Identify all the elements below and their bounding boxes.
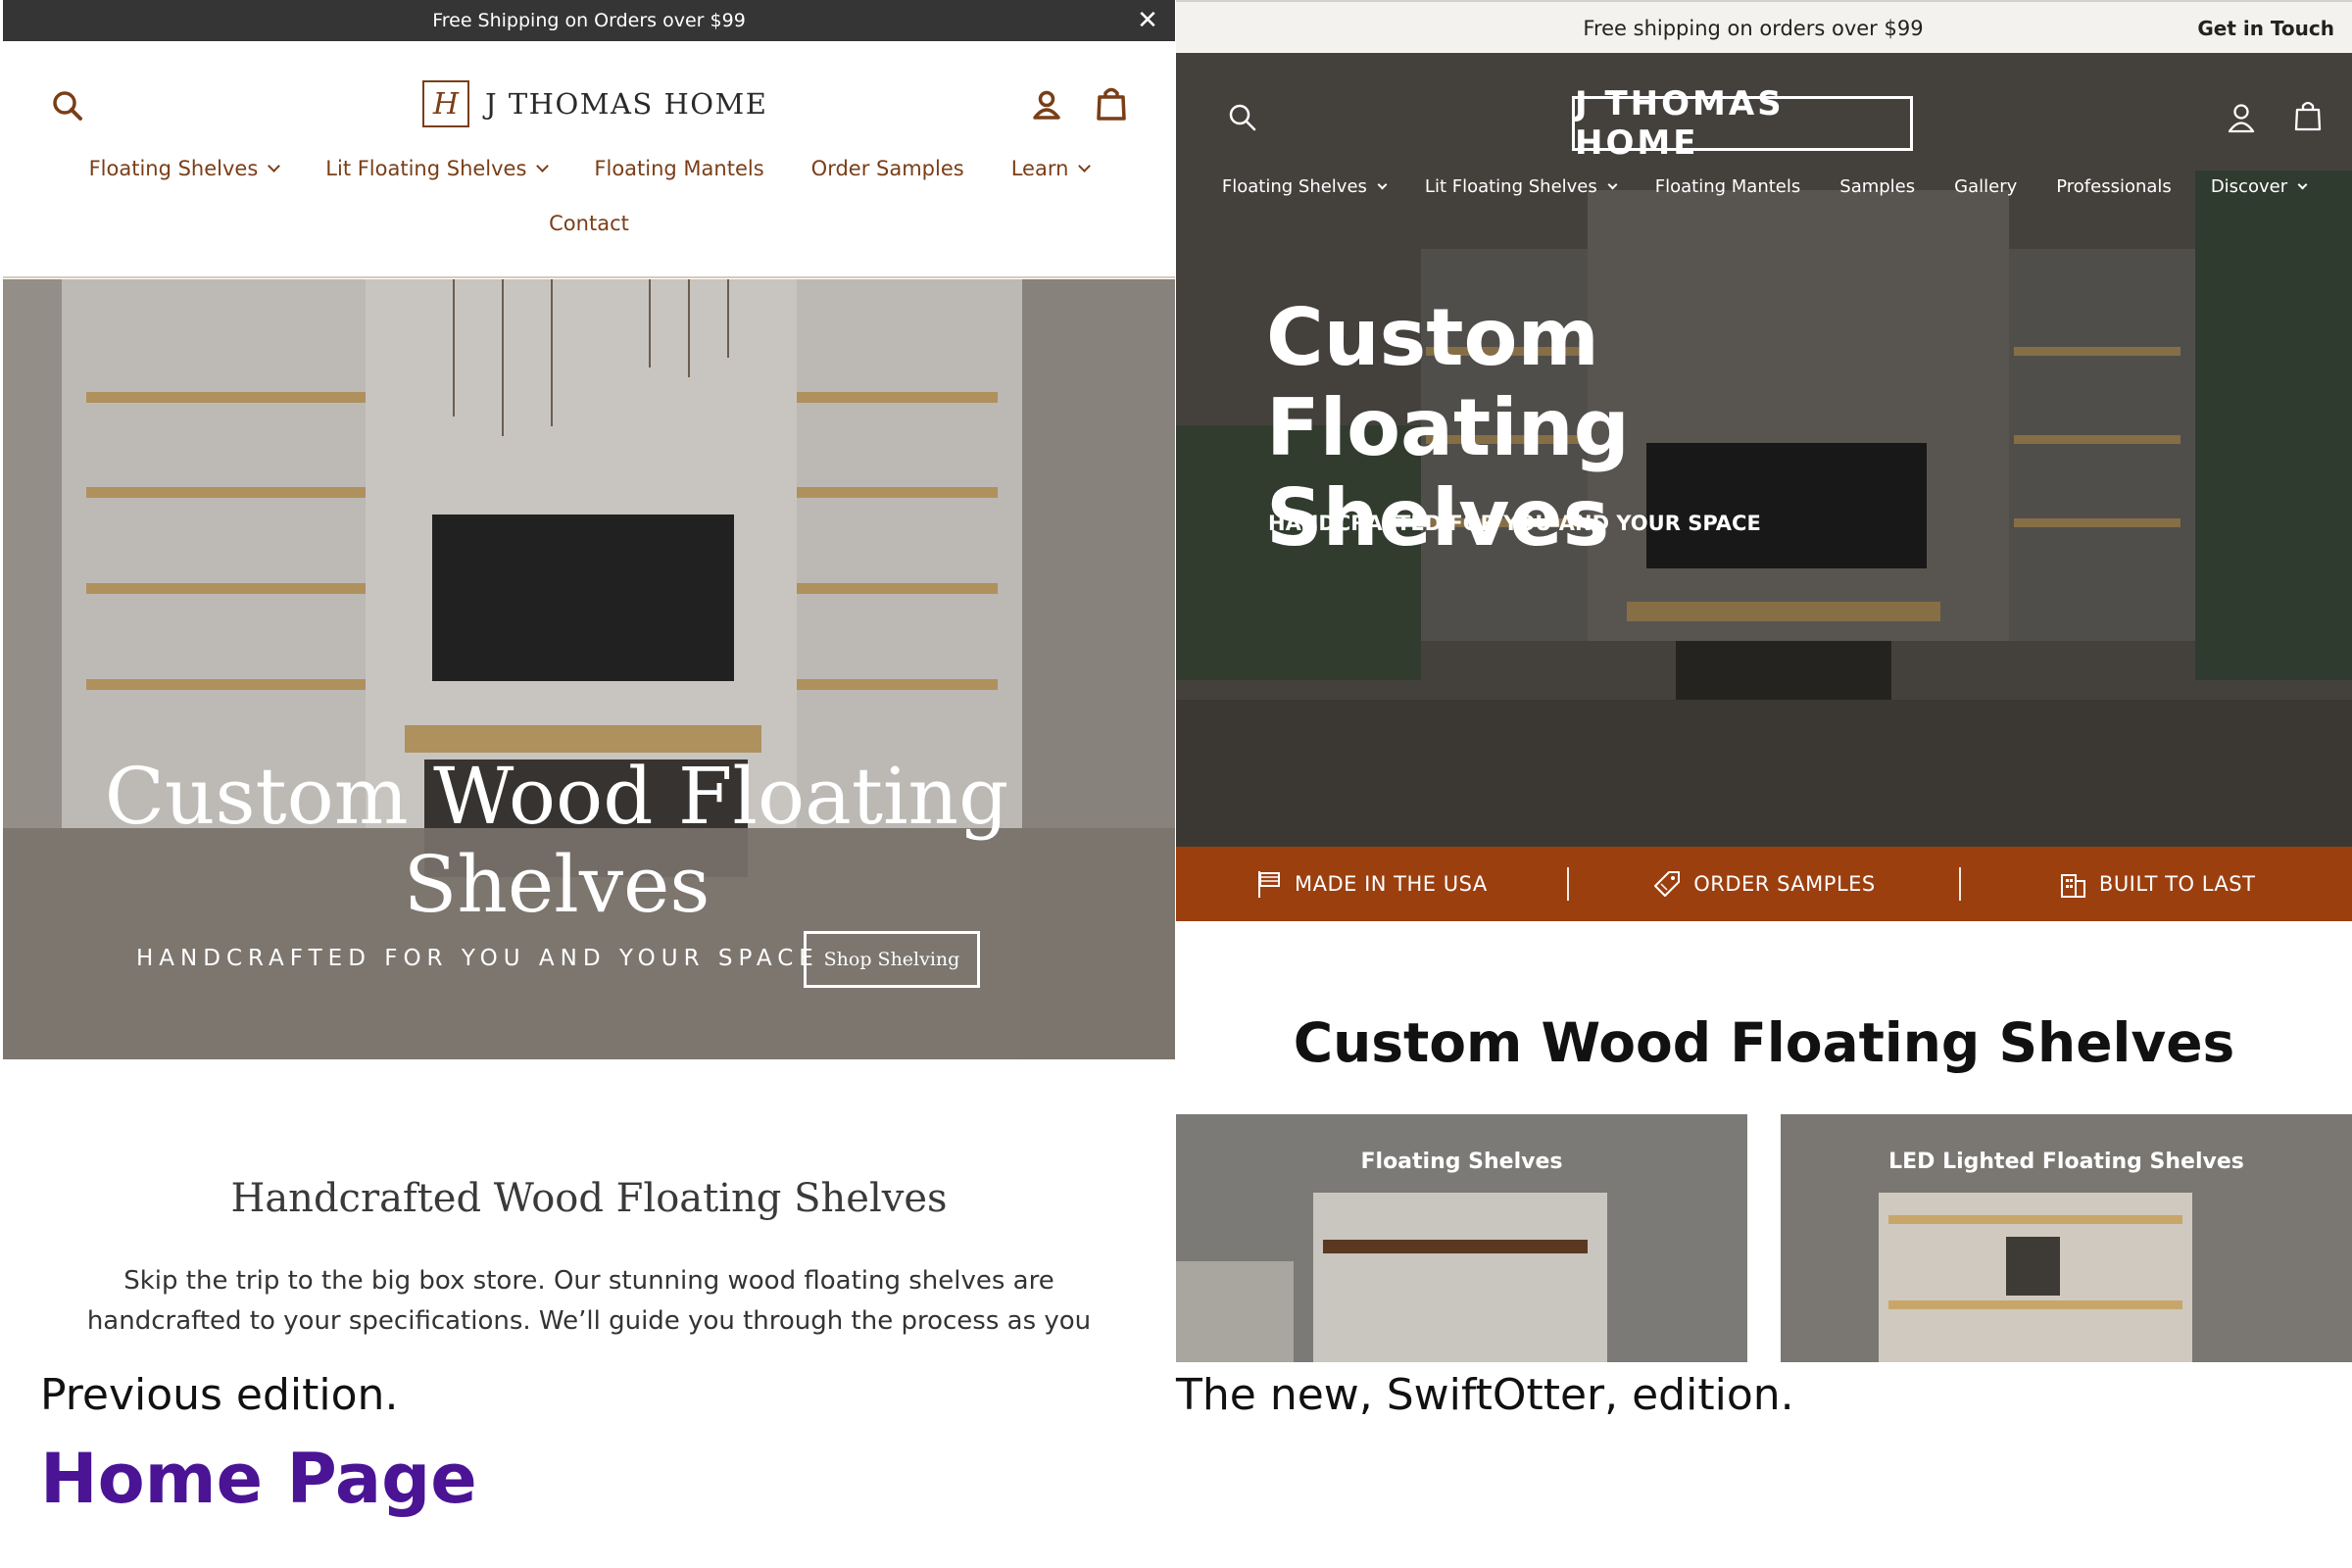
announcement-bar: Free Shipping on Orders over $99 ✕ — [3, 0, 1175, 41]
nav-item-order-samples[interactable]: Order Samples — [811, 157, 964, 180]
divider — [1566, 867, 1569, 901]
search-icon[interactable] — [1227, 102, 1258, 133]
benefit-built-to-last: BUILT TO LAST — [1961, 869, 2352, 899]
search-icon[interactable] — [50, 88, 85, 123]
page-label: Home Page — [40, 1439, 477, 1519]
hero-room-image — [3, 279, 1175, 1059]
cart-icon[interactable] — [1095, 86, 1128, 122]
nav-item-contact[interactable]: Contact — [3, 212, 1175, 235]
section-title: Custom Wood Floating Shelves — [1293, 1011, 2235, 1074]
cart-icon[interactable] — [2293, 100, 2323, 131]
logo-text: J THOMAS HOME — [485, 87, 768, 121]
announcement-text: Free shipping on orders over $99 — [1583, 17, 1924, 40]
nav-item-samples[interactable]: Samples — [1839, 176, 1915, 197]
nav-item-floating-shelves[interactable]: Floating Shelves — [1222, 176, 1388, 197]
nav-item-floating-mantels[interactable]: Floating Mantels — [594, 157, 763, 180]
chevron-down-icon — [2297, 179, 2308, 190]
benefit-order-samples[interactable]: ORDER SAMPLES — [1569, 869, 1960, 899]
card-title: Floating Shelves — [1360, 1150, 1563, 1174]
building-icon — [2058, 869, 2087, 899]
previous-edition-caption: Previous edition. — [40, 1370, 399, 1420]
category-card-floating-shelves[interactable]: Floating Shelves — [1176, 1114, 1747, 1362]
divider — [1959, 867, 1962, 901]
chevron-down-icon — [268, 159, 281, 172]
comparison-canvas: Free Shipping on Orders over $99 ✕ H J T… — [0, 0, 2352, 1568]
get-in-touch-link[interactable]: Get in Touch — [2197, 2, 2334, 55]
benefits-bar: MADE IN THE USA ORDER SAMPLES BUILT TO L… — [1176, 847, 2352, 921]
hero-subtitle: HANDCRAFTED FOR YOU AND YOUR SPACE — [136, 946, 819, 971]
hero-banner: J THOMAS HOME Floating Shelves Lit Float… — [1176, 53, 2352, 847]
hero-banner: Custom Wood Floating Shelves HANDCRAFTED… — [3, 279, 1175, 1059]
benefit-made-in-usa: MADE IN THE USA — [1176, 869, 1567, 899]
nav-item-professionals[interactable]: Professionals — [2056, 176, 2172, 197]
site-logo[interactable]: H J THOMAS HOME — [422, 78, 767, 129]
logo-mark: H — [422, 80, 469, 127]
tag-icon — [1652, 869, 1682, 899]
nav-item-gallery[interactable]: Gallery — [1954, 176, 2017, 197]
site-logo[interactable]: J THOMAS HOME — [1572, 84, 1913, 163]
category-card-led-lighted-floating-shelves[interactable]: LED Lighted Floating Shelves — [1781, 1114, 2352, 1362]
shop-shelving-button[interactable]: Shop Shelving — [804, 931, 980, 988]
announcement-bar: Free shipping on orders over $99 Get in … — [1176, 0, 2352, 53]
chevron-down-icon — [1377, 179, 1388, 190]
account-icon[interactable] — [2227, 102, 2256, 133]
chevron-down-icon — [536, 159, 550, 172]
nav-item-floating-mantels[interactable]: Floating Mantels — [1655, 176, 1801, 197]
hero-title: Custom Wood Floating Shelves — [104, 751, 1009, 930]
account-icon[interactable] — [1030, 88, 1063, 122]
nav-item-lit-floating-shelves[interactable]: Lit Floating Shelves — [1425, 176, 1618, 197]
card-title: LED Lighted Floating Shelves — [1888, 1150, 2244, 1174]
flag-icon — [1255, 869, 1283, 899]
new-edition-screenshot: Free shipping on orders over $99 Get in … — [1176, 0, 2352, 1362]
site-header: H J THOMAS HOME Floating Shelves Lit Flo… — [3, 41, 1175, 278]
announcement-text: Free Shipping on Orders over $99 — [432, 10, 746, 31]
section-title: Handcrafted Wood Floating Shelves — [230, 1176, 948, 1221]
new-edition-caption: The new, SwiftOtter, edition. — [1176, 1370, 1794, 1420]
nav-item-learn[interactable]: Learn — [1011, 157, 1092, 180]
chevron-down-icon — [1078, 159, 1092, 172]
previous-edition-screenshot: Free Shipping on Orders over $99 ✕ H J T… — [3, 0, 1175, 1362]
nav-item-lit-floating-shelves[interactable]: Lit Floating Shelves — [325, 157, 550, 180]
close-icon[interactable]: ✕ — [1132, 0, 1163, 41]
chevron-down-icon — [1607, 179, 1618, 190]
section-text: Skip the trip to the big box store. Our … — [86, 1266, 1092, 1336]
nav-item-floating-shelves[interactable]: Floating Shelves — [89, 157, 281, 180]
nav-item-discover[interactable]: Discover — [2211, 176, 2308, 197]
main-navigation: Floating Shelves Lit Floating Shelves Fl… — [3, 157, 1175, 180]
main-navigation: Floating Shelves Lit Floating Shelves Fl… — [1176, 176, 2352, 197]
hero-subtitle: HANDCRAFTED FOR YOU AND YOUR SPACE — [1268, 512, 1761, 535]
